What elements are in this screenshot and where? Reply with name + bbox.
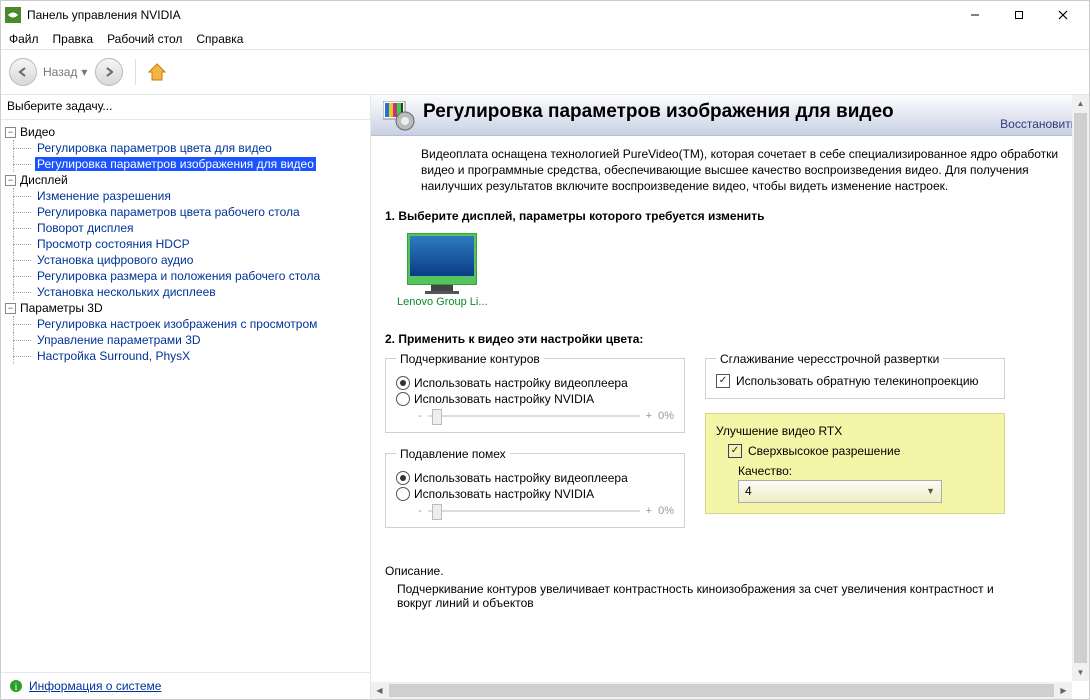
sidebar-title: Выберите задачу... <box>1 95 370 120</box>
forward-button[interactable] <box>95 58 123 86</box>
step1-label: 1. Выберите дисплей, параметры которого … <box>385 209 1075 223</box>
horizontal-scrollbar[interactable]: ◀▶ <box>371 682 1072 699</box>
monitor-icon <box>407 233 477 285</box>
noise-slider[interactable]: - + 0% <box>418 505 674 517</box>
titlebar: Панель управления NVIDIA <box>1 1 1089 29</box>
svg-text:i: i <box>15 682 18 693</box>
menu-edit[interactable]: Правка <box>53 32 94 46</box>
tree-video-image[interactable]: Регулировка параметров изображения для в… <box>35 157 316 171</box>
sidebar-footer: i Информация о системе <box>1 672 370 699</box>
toolbar-separator <box>135 59 136 85</box>
checkbox-icon <box>716 374 730 388</box>
tree-multi-display[interactable]: Установка нескольких дисплеев <box>35 285 218 299</box>
display-selector[interactable]: Lenovo Group Li... <box>397 233 488 308</box>
nvidia-icon <box>5 7 21 23</box>
chevron-down-icon: ▼ <box>926 486 935 496</box>
tree-rotate[interactable]: Поворот дисплея <box>35 221 136 235</box>
window-title: Панель управления NVIDIA <box>27 8 953 22</box>
back-button[interactable] <box>9 58 37 86</box>
system-info-link[interactable]: Информация о системе <box>29 679 161 693</box>
super-resolution-check[interactable]: Сверхвысокое разрешение <box>728 444 994 458</box>
minimize-button[interactable] <box>953 1 997 29</box>
page-header: Регулировка параметров изображения для в… <box>371 95 1089 136</box>
content-scroll: Видеоплата оснащена технологией PureVide… <box>371 136 1089 699</box>
close-button[interactable] <box>1041 1 1085 29</box>
tree-3d-manage[interactable]: Управление параметрами 3D <box>35 333 203 347</box>
deinterlace-title: Сглаживание чересстрочной развертки <box>716 352 943 366</box>
page-title: Регулировка параметров изображения для в… <box>423 101 1000 124</box>
rtx-title: Улучшение видео RTX <box>716 424 994 438</box>
task-tree: −Видео Регулировка параметров цвета для … <box>1 120 370 672</box>
step2-label: 2. Применить к видео эти настройки цвета… <box>385 332 1075 346</box>
edge-enhancement-group: Подчеркивание контуров Использовать наст… <box>385 352 685 433</box>
home-button[interactable] <box>144 59 170 85</box>
back-label: Назад <box>43 65 77 79</box>
tree-audio[interactable]: Установка цифрового аудио <box>35 253 195 267</box>
quality-select[interactable]: 4 ▼ <box>738 480 942 503</box>
vertical-scrollbar[interactable]: ▲▼ <box>1072 95 1089 681</box>
noise-use-player[interactable]: Использовать настройку видеоплеера <box>396 471 674 485</box>
checkbox-icon <box>728 444 742 458</box>
radio-icon <box>396 487 410 501</box>
collapse-icon[interactable]: − <box>5 175 16 186</box>
edge-use-player[interactable]: Использовать настройку видеоплеера <box>396 376 674 390</box>
noise-use-nvidia[interactable]: Использовать настройку NVIDIA <box>396 487 674 501</box>
description-text: Подчеркивание контуров увеличивает контр… <box>397 582 1017 610</box>
menu-help[interactable]: Справка <box>196 32 243 46</box>
collapse-icon[interactable]: − <box>5 127 16 138</box>
restore-link[interactable]: Восстановить <box>1000 117 1077 131</box>
maximize-button[interactable] <box>997 1 1041 29</box>
tree-hdcp[interactable]: Просмотр состояния HDCP <box>35 237 192 251</box>
edge-title: Подчеркивание контуров <box>396 352 544 366</box>
rtx-group: Улучшение видео RTX Сверхвысокое разреше… <box>705 413 1005 514</box>
tree-resolution[interactable]: Изменение разрешения <box>35 189 173 203</box>
edge-use-nvidia[interactable]: Использовать настройку NVIDIA <box>396 392 674 406</box>
radio-icon <box>396 376 410 390</box>
noise-title: Подавление помех <box>396 447 510 461</box>
tree-3d-preview[interactable]: Регулировка настроек изображения с просм… <box>35 317 319 331</box>
monitor-label: Lenovo Group Li... <box>397 296 488 308</box>
radio-icon <box>396 392 410 406</box>
noise-reduction-group: Подавление помех Использовать настройку … <box>385 447 685 528</box>
video-icon <box>383 101 417 131</box>
tree-desktop-color[interactable]: Регулировка параметров цвета рабочего ст… <box>35 205 302 219</box>
collapse-icon[interactable]: − <box>5 303 16 314</box>
info-icon: i <box>9 679 23 693</box>
inverse-telecine-check[interactable]: Использовать обратную телекинопроекцию <box>716 374 994 388</box>
tree-display[interactable]: Дисплей <box>20 173 68 187</box>
quality-value: 4 <box>745 484 752 498</box>
menubar: Файл Правка Рабочий стол Справка <box>1 29 1089 50</box>
intro-text: Видеоплата оснащена технологией PureVide… <box>421 146 1061 195</box>
tree-video[interactable]: Видео <box>20 125 55 139</box>
back-dropdown[interactable]: ▾ <box>79 65 89 79</box>
edge-slider[interactable]: - + 0% <box>418 410 674 422</box>
radio-icon <box>396 471 410 485</box>
content-panel: Регулировка параметров изображения для в… <box>371 95 1089 699</box>
menu-desktop[interactable]: Рабочий стол <box>107 32 182 46</box>
description-label: Описание. <box>385 564 1075 578</box>
tree-size-pos[interactable]: Регулировка размера и положения рабочего… <box>35 269 322 283</box>
menu-file[interactable]: Файл <box>9 32 39 46</box>
quality-label: Качество: <box>738 464 994 478</box>
tree-video-color[interactable]: Регулировка параметров цвета для видео <box>35 141 274 155</box>
deinterlace-group: Сглаживание чересстрочной развертки Испо… <box>705 352 1005 399</box>
tree-surround[interactable]: Настройка Surround, PhysX <box>35 349 192 363</box>
sidebar: Выберите задачу... −Видео Регулировка па… <box>1 95 371 699</box>
tree-3d[interactable]: Параметры 3D <box>20 301 103 315</box>
toolbar: Назад ▾ <box>1 50 1089 95</box>
